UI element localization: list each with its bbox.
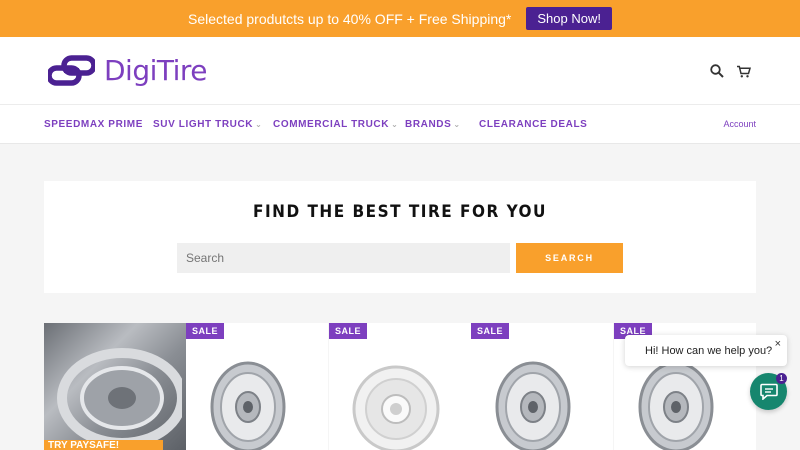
product-card[interactable]: SALE bbox=[471, 323, 613, 450]
unread-count-badge: 1 bbox=[776, 373, 787, 384]
sale-badge: SALE bbox=[329, 323, 368, 339]
search-heading: FIND THE BEST TIRE FOR YOU bbox=[253, 202, 547, 222]
search-button[interactable]: SEARCH bbox=[516, 243, 623, 273]
nav-item-label: BRANDS bbox=[405, 119, 452, 130]
nav-item-commercial-truck[interactable]: COMMERCIAL TRUCK ⌄ bbox=[273, 119, 398, 130]
chat-icon bbox=[759, 383, 778, 400]
nav-item-speedmax-prime[interactable]: SPEEDMAX PRIME bbox=[44, 119, 143, 130]
sale-badge: SALE bbox=[471, 323, 510, 339]
brand-logo[interactable]: DigiTire bbox=[48, 54, 208, 87]
featured-promo-tile[interactable]: TRY PAYSAFE! bbox=[44, 323, 186, 450]
white-wheel-image bbox=[352, 365, 440, 450]
product-card[interactable]: SALE bbox=[329, 323, 471, 450]
polished-wheel-image bbox=[638, 361, 714, 450]
sale-badge: SALE bbox=[186, 323, 225, 339]
cart-icon[interactable] bbox=[733, 61, 753, 81]
chat-message: Hi! How can we help you? bbox=[645, 345, 773, 357]
promo-text: Selected produtcts up to 40% OFF + Free … bbox=[188, 10, 512, 27]
wheel-image bbox=[57, 348, 182, 443]
polished-wheel-image bbox=[495, 361, 571, 450]
nav-item-suv-light-truck[interactable]: SUV LIGHT TRUCK ⌄ bbox=[153, 119, 262, 130]
chevron-down-icon: ⌄ bbox=[453, 120, 461, 129]
chevron-down-icon: ⌄ bbox=[391, 120, 399, 129]
nav-item-label: COMMERCIAL TRUCK bbox=[273, 119, 390, 130]
shop-now-button[interactable]: Shop Now! bbox=[526, 7, 612, 30]
brand-name: DigiTire bbox=[104, 54, 208, 87]
nav-item-label: SUV LIGHT TRUCK bbox=[153, 119, 254, 130]
promo-banner: TRY PAYSAFE! bbox=[44, 440, 163, 450]
nav-item-label: CLEARANCE DEALS bbox=[479, 119, 588, 130]
account-link[interactable]: Account bbox=[723, 119, 756, 129]
main-nav: SPEEDMAX PRIME SUV LIGHT TRUCK ⌄ COMMERCI… bbox=[0, 105, 800, 144]
chevron-down-icon: ⌄ bbox=[255, 120, 263, 129]
nav-item-clearance-deals[interactable]: CLEARANCE DEALS bbox=[479, 119, 587, 130]
promo-bar: Selected produtcts up to 40% OFF + Free … bbox=[0, 0, 800, 37]
tire-search-card: FIND THE BEST TIRE FOR YOU SEARCH bbox=[44, 181, 756, 293]
brand-mark-icon bbox=[48, 55, 95, 86]
polished-wheel-image bbox=[210, 361, 286, 450]
chat-greeting[interactable]: Hi! How can we help you? × bbox=[625, 335, 787, 366]
nav-item-label: SPEEDMAX PRIME bbox=[44, 119, 143, 130]
site-header: DigiTire bbox=[0, 37, 800, 105]
search-input[interactable] bbox=[177, 243, 510, 273]
close-icon[interactable]: × bbox=[775, 338, 781, 350]
search-icon[interactable] bbox=[707, 61, 727, 81]
nav-item-brands[interactable]: BRANDS ⌄ bbox=[405, 119, 461, 130]
product-card[interactable]: SALE bbox=[186, 323, 328, 450]
